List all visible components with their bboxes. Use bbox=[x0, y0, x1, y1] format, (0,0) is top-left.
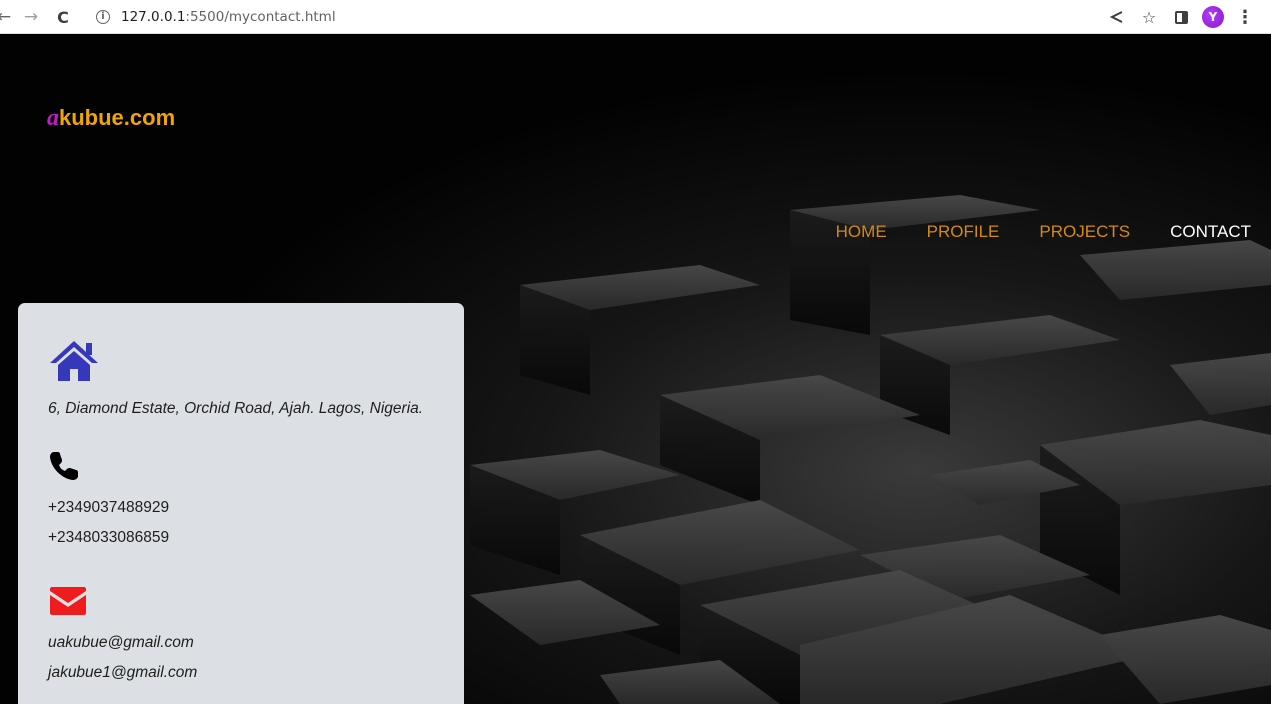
nav-projects-link[interactable]: PROJECTS bbox=[1039, 222, 1130, 242]
main-nav: HOME PROFILE PROJECTS CONTACT bbox=[836, 222, 1251, 242]
email-1[interactable]: uakubue@gmail.com bbox=[48, 628, 197, 658]
nav-profile-link[interactable]: PROFILE bbox=[927, 222, 1000, 242]
phone-section: +2349037488929 +2348033086859 bbox=[48, 450, 169, 553]
bookmark-star-icon[interactable]: ☆ bbox=[1133, 5, 1165, 29]
address-text: 6, Diamond Estate, Orchid Road, Ajah. La… bbox=[48, 400, 424, 417]
contact-card: 6, Diamond Estate, Orchid Road, Ajah. La… bbox=[18, 303, 464, 704]
phone-number-1[interactable]: +2349037488929 bbox=[48, 493, 169, 523]
site-logo[interactable]: akubue.com bbox=[47, 105, 175, 132]
home-icon bbox=[48, 339, 423, 388]
nav-home-link[interactable]: HOME bbox=[836, 222, 887, 242]
share-icon[interactable] bbox=[1101, 5, 1133, 29]
profile-avatar[interactable]: Y bbox=[1197, 5, 1229, 29]
browser-toolbar: ← → C i 127.0.0.1:5500/mycontact.html ☆ … bbox=[0, 0, 1271, 34]
url-text[interactable]: 127.0.0.1:5500/mycontact.html bbox=[121, 9, 336, 25]
forward-arrow-icon[interactable]: → bbox=[20, 6, 42, 28]
nav-contact-link[interactable]: CONTACT bbox=[1170, 222, 1251, 242]
phone-number-2[interactable]: +2348033086859 bbox=[48, 523, 169, 553]
reload-icon[interactable]: C bbox=[52, 6, 74, 28]
side-panel-icon[interactable] bbox=[1165, 5, 1197, 29]
address-section: 6, Diamond Estate, Orchid Road, Ajah. La… bbox=[48, 339, 423, 424]
info-icon[interactable]: i bbox=[96, 10, 110, 24]
phone-icon bbox=[48, 450, 169, 487]
envelope-icon bbox=[48, 585, 197, 622]
page-viewport: akubue.com HOME PROFILE PROJECTS CONTACT… bbox=[0, 35, 1271, 704]
email-2[interactable]: jakubue1@gmail.com bbox=[48, 658, 197, 688]
kebab-menu-icon[interactable]: ⋮ bbox=[1229, 5, 1261, 29]
back-arrow-icon[interactable]: ← bbox=[0, 6, 15, 28]
address-bar[interactable]: i 127.0.0.1:5500/mycontact.html bbox=[86, 4, 1086, 30]
email-section: uakubue@gmail.com jakubue1@gmail.com bbox=[48, 585, 197, 688]
